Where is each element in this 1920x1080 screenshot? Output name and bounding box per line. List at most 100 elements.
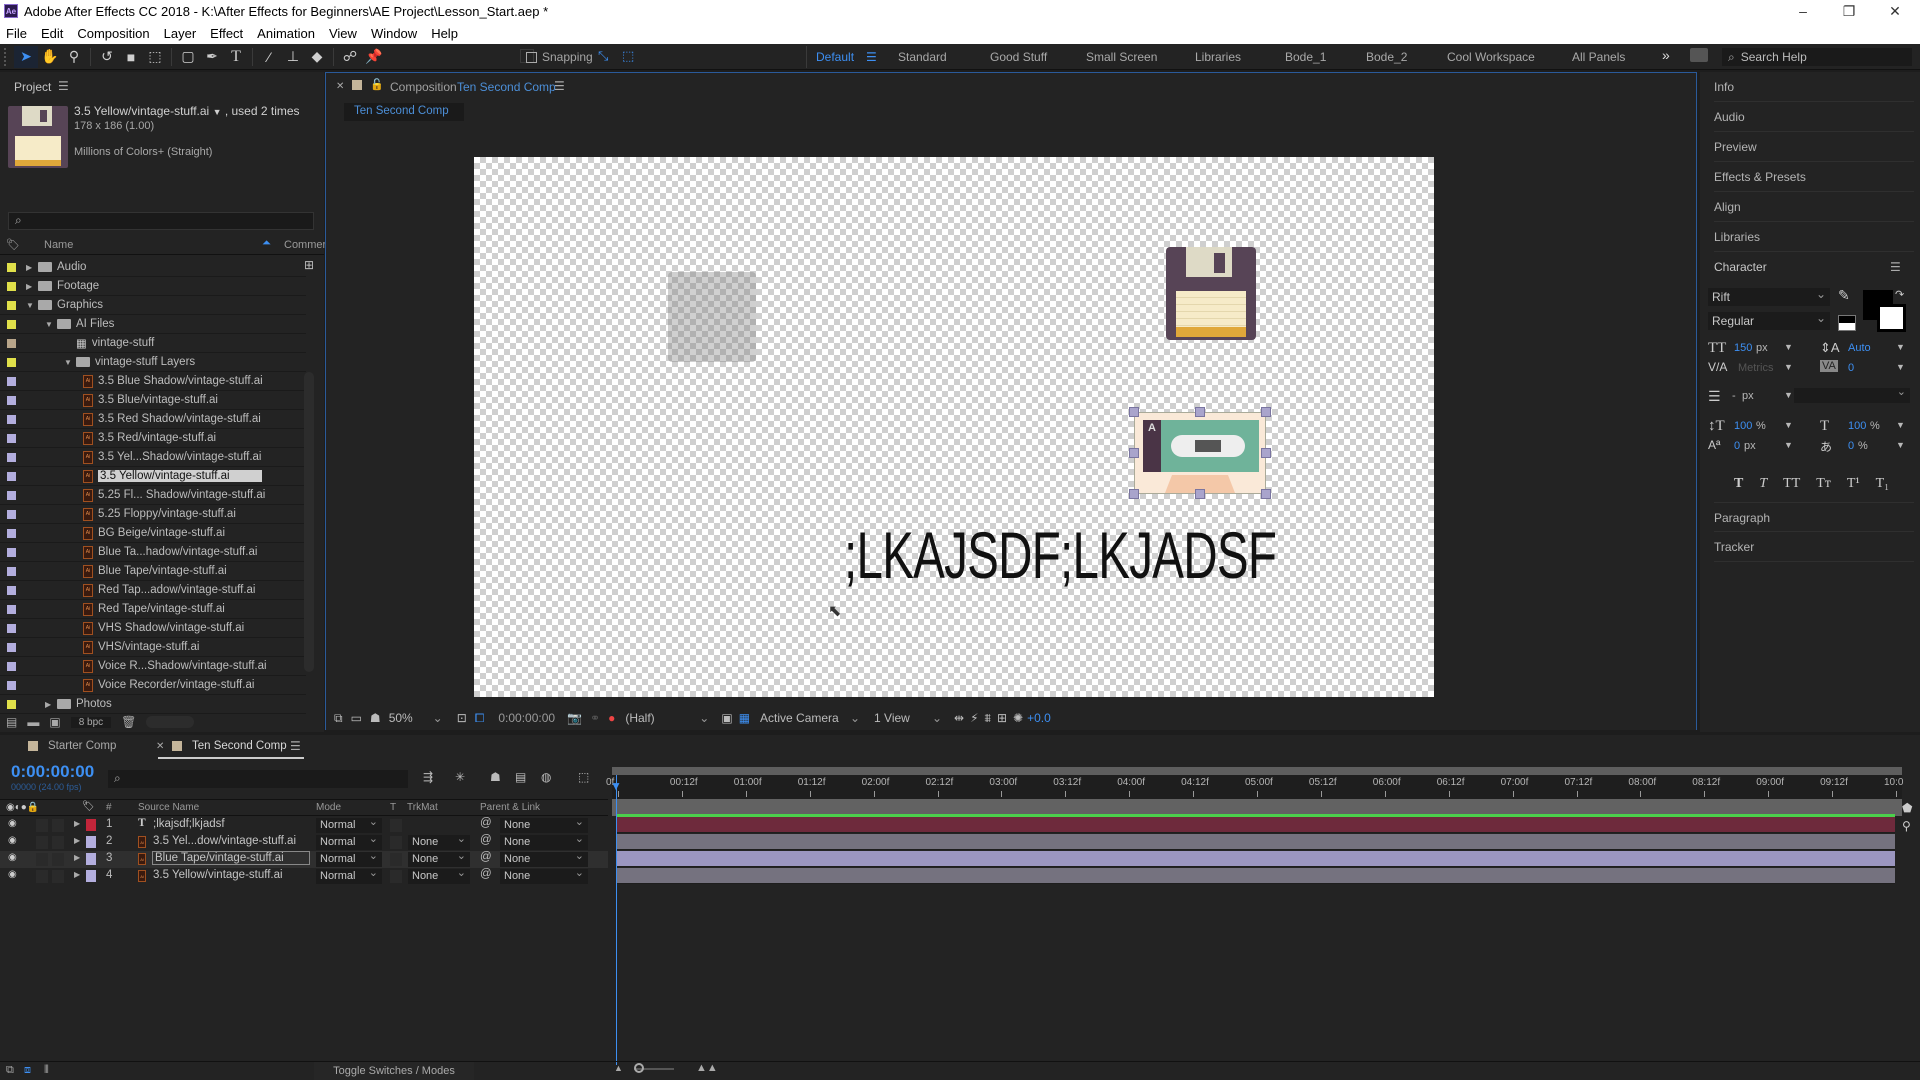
layer-search-input[interactable]: ⌕ bbox=[108, 770, 408, 788]
parent-dropdown[interactable]: None bbox=[500, 832, 588, 850]
baseline-shift-dropdown-icon[interactable]: ▼ bbox=[1784, 440, 1793, 450]
eye-visibility-icon[interactable]: ◉ bbox=[8, 852, 17, 863]
clone-stamp-tool[interactable]: ⊥ bbox=[281, 46, 305, 68]
project-item[interactable]: Ai 5.25 Fl... Shadow/vintage-stuff.ai bbox=[0, 486, 306, 505]
layer-duration-bar[interactable] bbox=[617, 834, 1895, 850]
brush-tool[interactable]: ⁄ bbox=[257, 46, 281, 68]
disclosure-expanded-icon[interactable]: ▼ bbox=[64, 358, 76, 367]
menu-effect[interactable]: Effect bbox=[210, 26, 243, 41]
workspace-menu-icon[interactable]: ☰ bbox=[866, 50, 877, 64]
label-color-swatch[interactable] bbox=[7, 566, 16, 576]
close-panel-icon[interactable]: ✕ bbox=[336, 81, 344, 92]
pick-whip-icon[interactable]: @ bbox=[480, 834, 492, 846]
menu-composition[interactable]: Composition bbox=[77, 26, 149, 41]
comp-button-icon[interactable]: ⚲ bbox=[1902, 819, 1911, 833]
leading-dropdown-icon[interactable]: ▼ bbox=[1896, 342, 1905, 352]
blend-mode-dropdown[interactable]: Normal bbox=[316, 866, 382, 884]
layer-label-color[interactable] bbox=[86, 836, 96, 848]
lock-switch[interactable] bbox=[52, 819, 64, 832]
label-color-swatch[interactable] bbox=[7, 585, 16, 595]
label-color-swatch[interactable] bbox=[7, 661, 16, 671]
label-color-swatch[interactable] bbox=[7, 376, 16, 386]
solo-switch[interactable] bbox=[36, 819, 48, 832]
region-of-interest-icon[interactable]: ⊡ bbox=[457, 711, 467, 725]
interpret-footage-icon[interactable]: ▤ bbox=[6, 715, 17, 729]
always-preview-icon[interactable]: ⧉ bbox=[334, 711, 343, 726]
parent-dropdown[interactable]: None bbox=[500, 866, 588, 884]
faux-italic-button[interactable]: T bbox=[1759, 476, 1767, 492]
menu-edit[interactable]: Edit bbox=[41, 26, 63, 41]
libraries-panel-tab[interactable]: Libraries bbox=[1714, 222, 1914, 252]
eye-visibility-icon[interactable]: ◉ bbox=[8, 835, 17, 846]
disclosure-expanded-icon[interactable]: ▼ bbox=[26, 301, 38, 310]
layer-name[interactable]: ;lkajsdf;lkjadsf bbox=[153, 818, 225, 830]
preserve-transparency-switch[interactable] bbox=[390, 836, 402, 849]
lock-switch[interactable] bbox=[52, 870, 64, 883]
label-column-icon[interactable]: 🏷 bbox=[82, 801, 95, 812]
shape-tool[interactable]: ▢ bbox=[176, 46, 200, 68]
av-switches-icons[interactable]: ◉◐●🔒 bbox=[6, 802, 39, 813]
project-item[interactable]: Ai 3.5 Red/vintage-stuff.ai bbox=[0, 429, 306, 448]
panel-menu-icon[interactable]: ☰ bbox=[290, 739, 301, 753]
hand-tool[interactable]: ✋ bbox=[38, 46, 62, 68]
expand-layer-icon[interactable]: ▶ bbox=[74, 870, 80, 879]
track-matte-dropdown[interactable]: None bbox=[408, 866, 470, 884]
tracker-panel-tab[interactable]: Tracker bbox=[1714, 532, 1914, 562]
blend-mode-dropdown[interactable]: Normal bbox=[316, 832, 382, 850]
project-item[interactable]: Ai 3.5 Blue Shadow/vintage-stuff.ai bbox=[0, 372, 306, 391]
eye-visibility-icon[interactable]: ◉ bbox=[8, 869, 17, 880]
eye-visibility-icon[interactable]: ◉ bbox=[8, 818, 17, 829]
trkmat-column-header[interactable]: TrkMat bbox=[407, 802, 438, 813]
workspace-good-stuff[interactable]: Good Stuff bbox=[990, 50, 1047, 64]
align-panel-tab[interactable]: Align bbox=[1714, 192, 1914, 222]
parent-dropdown[interactable]: None bbox=[500, 849, 588, 867]
layer-name[interactable]: Blue Tape/vintage-stuff.ai bbox=[152, 851, 310, 865]
in-out-icon[interactable]: ⦀ bbox=[44, 1064, 49, 1077]
close-button[interactable]: ✕ bbox=[1872, 0, 1918, 22]
preserve-transparency-switch[interactable] bbox=[390, 819, 402, 832]
trash-icon[interactable]: 🗑 bbox=[121, 715, 136, 729]
project-item[interactable]: ▦ vintage-stuff bbox=[0, 334, 306, 353]
project-item[interactable]: Ai BG Beige/vintage-stuff.ai bbox=[0, 524, 306, 543]
kerning-dropdown-icon[interactable]: ▼ bbox=[1784, 362, 1793, 372]
font-size-dropdown-icon[interactable]: ▼ bbox=[1784, 342, 1793, 352]
lock-icon[interactable]: 🔓 bbox=[370, 78, 384, 91]
transform-handle[interactable] bbox=[1129, 448, 1139, 458]
zoom-out-icon[interactable]: ▲ bbox=[614, 1063, 623, 1073]
layer-row[interactable]: ◉ ▶ 1 T ;lkajsdf;lkjadsf Normal @ None bbox=[0, 815, 608, 834]
horizontal-scale-dropdown-icon[interactable]: ▼ bbox=[1896, 420, 1905, 430]
preview-panel-tab[interactable]: Preview bbox=[1714, 132, 1914, 162]
label-color-swatch[interactable] bbox=[7, 471, 16, 481]
project-item[interactable]: ▼ vintage-stuff Layers bbox=[0, 353, 306, 372]
disclosure-collapsed-icon[interactable]: ▶ bbox=[45, 700, 57, 709]
project-item[interactable]: Ai 3.5 Yel...Shadow/vintage-stuff.ai bbox=[0, 448, 306, 467]
fast-preview-icon[interactable]: ⚡ bbox=[970, 711, 978, 725]
playhead-handle-icon[interactable]: ▼ bbox=[610, 779, 622, 793]
tsume-dropdown-icon[interactable]: ▼ bbox=[1896, 440, 1905, 450]
kerning-value[interactable]: Metrics bbox=[1738, 362, 1773, 374]
close-tab-icon[interactable]: ✕ bbox=[156, 741, 164, 752]
snap-edges-icon[interactable]: ⤡ bbox=[598, 48, 608, 64]
panel-menu-icon[interactable]: ☰ bbox=[554, 79, 565, 93]
thumbnail-slider[interactable] bbox=[146, 716, 195, 728]
project-item[interactable]: ▼ Graphics bbox=[0, 296, 306, 315]
project-item[interactable]: Ai 3.5 Yellow/vintage-stuff.ai bbox=[0, 467, 306, 486]
current-timecode[interactable]: 0:00:00:00 bbox=[11, 762, 94, 782]
audio-panel-tab[interactable]: Audio bbox=[1714, 102, 1914, 132]
workspace-libraries[interactable]: Libraries bbox=[1195, 50, 1241, 64]
pan-behind-tool[interactable]: ⬚ bbox=[143, 46, 167, 68]
zoom-in-icon[interactable]: ▲▲ bbox=[696, 1062, 718, 1074]
character-panel-title[interactable]: Character bbox=[1714, 252, 1914, 282]
label-color-swatch[interactable] bbox=[7, 509, 16, 519]
label-color-swatch[interactable] bbox=[7, 699, 16, 709]
exposure-value[interactable]: +0.0 bbox=[1027, 711, 1051, 725]
label-color-swatch[interactable] bbox=[7, 414, 16, 424]
snapping-toggle[interactable]: Snapping bbox=[526, 48, 593, 66]
expand-layer-icon[interactable]: ▶ bbox=[74, 853, 80, 862]
sort-ascending-icon[interactable]: ⏶ bbox=[262, 237, 271, 250]
toolbar-grip[interactable] bbox=[4, 47, 14, 66]
menu-file[interactable]: File bbox=[6, 26, 27, 41]
timeline-icon[interactable]: ⩩ bbox=[985, 711, 991, 726]
floppy-shadow-layer[interactable] bbox=[668, 272, 756, 362]
selection-tool[interactable]: ➤ bbox=[14, 45, 38, 68]
